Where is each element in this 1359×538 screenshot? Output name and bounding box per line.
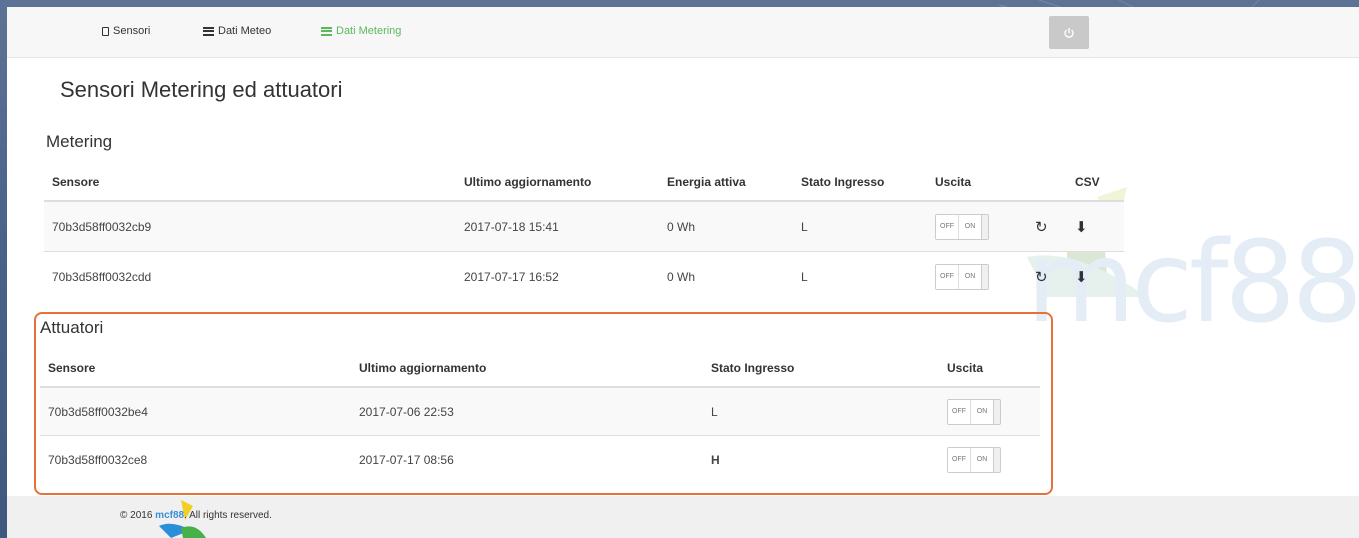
table-row: 70b3d58ff0032be4 2017-07-06 22:53 L OFF … xyxy=(40,386,1040,436)
refresh-icon[interactable]: ↻ xyxy=(1035,219,1048,236)
toggle-off[interactable]: OFF xyxy=(948,399,970,424)
sensore-id: 70b3d58ff0032ce8 xyxy=(40,435,351,483)
uscita-toggle[interactable]: OFF ON xyxy=(947,446,1001,473)
ultimo-aggiornamento: 2017-07-18 15:41 xyxy=(456,200,659,252)
stato-ingresso: L xyxy=(703,386,939,436)
toggle-on[interactable]: ON xyxy=(958,264,981,289)
col-sensore: Sensore xyxy=(40,350,351,388)
energia-attiva: 0 Wh xyxy=(659,200,793,252)
stato-ingresso: L xyxy=(793,200,927,252)
uscita-toggle[interactable]: OFF ON xyxy=(947,398,1001,425)
toggle-off[interactable]: OFF xyxy=(948,447,970,472)
attuatori-table: Sensore Ultimo aggiornamento Stato Ingre… xyxy=(40,350,1040,483)
col-uscita: Uscita xyxy=(939,350,1040,388)
metering-table: Sensore Ultimo aggiornamento Energia att… xyxy=(44,164,1124,301)
sensore-id: 70b3d58ff0032cdd xyxy=(44,251,456,301)
nav-sensori[interactable]: Sensori xyxy=(102,25,150,37)
page-title: Sensori Metering ed attuatori xyxy=(60,77,343,102)
list-icon xyxy=(321,26,332,36)
metering-header-row: Sensore Ultimo aggiornamento Energia att… xyxy=(44,164,1124,202)
app-page: Sensori Dati Meteo Dati Metering mcf88 S… xyxy=(7,7,1359,538)
footer: © 2016 mcf88. All rights reserved. xyxy=(7,496,1359,538)
col-sensore: Sensore xyxy=(44,164,456,202)
ultimo-aggiornamento: 2017-07-06 22:53 xyxy=(351,386,703,436)
energia-attiva: 0 Wh xyxy=(659,251,793,301)
col-ultimo-aggiornamento: Ultimo aggiornamento xyxy=(351,350,703,388)
sensore-id: 70b3d58ff0032be4 xyxy=(40,386,351,436)
download-icon[interactable]: ⬇ xyxy=(1075,269,1088,286)
stato-ingresso: H xyxy=(703,435,939,483)
nav-dati-meteo-label: Dati Meteo xyxy=(218,25,272,37)
col-energia-attiva: Energia attiva xyxy=(659,164,793,202)
footer-brand-link[interactable]: mcf88 xyxy=(155,510,184,521)
nav-dati-meteo[interactable]: Dati Meteo xyxy=(203,25,271,37)
list-icon xyxy=(203,26,214,36)
nav-dati-metering-label: Dati Metering xyxy=(336,25,402,37)
col-ultimo-aggiornamento: Ultimo aggiornamento xyxy=(456,164,659,202)
uscita-toggle[interactable]: OFF ON xyxy=(935,263,989,290)
toggle-off[interactable]: OFF xyxy=(936,264,958,289)
copyright-text: © 2016 mcf88. All rights reserved. xyxy=(120,510,272,521)
col-uscita: Uscita xyxy=(927,164,1027,202)
table-row: 70b3d58ff0032ce8 2017-07-17 08:56 H OFF … xyxy=(40,435,1040,483)
download-icon[interactable]: ⬇ xyxy=(1075,219,1088,236)
toggle-off[interactable]: OFF xyxy=(936,214,958,239)
uscita-toggle[interactable]: OFF ON xyxy=(935,213,989,240)
table-row: 70b3d58ff0032cdd 2017-07-17 16:52 0 Wh L… xyxy=(44,251,1124,301)
nav-sensori-label: Sensori xyxy=(113,25,151,37)
top-navbar: Sensori Dati Meteo Dati Metering xyxy=(7,7,1359,58)
sensore-id: 70b3d58ff0032cb9 xyxy=(44,200,456,252)
metering-title: Metering xyxy=(46,132,113,151)
power-icon xyxy=(1064,27,1074,38)
stato-ingresso: L xyxy=(793,251,927,301)
attuatori-header-row: Sensore Ultimo aggiornamento Stato Ingre… xyxy=(40,350,1040,388)
ultimo-aggiornamento: 2017-07-17 16:52 xyxy=(456,251,659,301)
col-csv: CSV xyxy=(1067,164,1124,202)
ultimo-aggiornamento: 2017-07-17 08:56 xyxy=(351,435,703,483)
table-row: 70b3d58ff0032cb9 2017-07-18 15:41 0 Wh L… xyxy=(44,200,1124,252)
toggle-on[interactable]: ON xyxy=(958,214,981,239)
mobile-icon xyxy=(102,26,109,36)
refresh-icon[interactable]: ↻ xyxy=(1035,269,1048,286)
col-stato-ingresso: Stato Ingresso xyxy=(793,164,927,202)
nav-dati-metering[interactable]: Dati Metering xyxy=(321,25,401,37)
attuatori-title: Attuatori xyxy=(40,318,104,337)
toggle-on[interactable]: ON xyxy=(970,447,993,472)
power-button[interactable] xyxy=(1049,16,1089,49)
col-stato-ingresso: Stato Ingresso xyxy=(703,350,939,388)
toggle-on[interactable]: ON xyxy=(970,399,993,424)
